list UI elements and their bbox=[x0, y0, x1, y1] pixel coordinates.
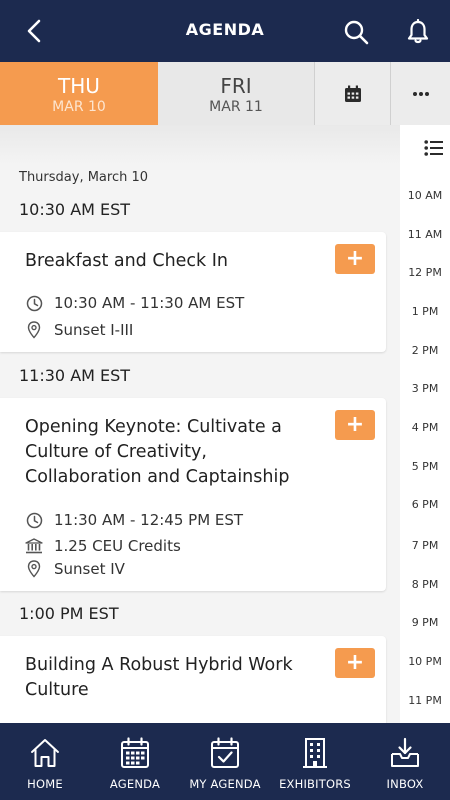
day-tab-dow: THU bbox=[58, 74, 100, 98]
time-group-header: 1:00 PM EST bbox=[19, 604, 119, 623]
list-icon bbox=[424, 140, 443, 156]
session-title: Building A Robust Hybrid Work Culture bbox=[25, 655, 293, 700]
nav-label: EXHIBITORS bbox=[279, 777, 351, 791]
session-location-text: Sunset IV bbox=[54, 560, 125, 578]
day-tab-thu[interactable]: THU MAR 10 bbox=[0, 62, 158, 125]
calendar-picker-button[interactable] bbox=[314, 62, 390, 125]
session-card[interactable]: Building A Robust Hybrid Work Culture + bbox=[0, 636, 386, 723]
day-heading: Thursday, March 10 bbox=[19, 170, 149, 185]
timeline-hour[interactable]: 11 AM bbox=[400, 228, 450, 241]
session-time: 10:30 AM - 11:30 AM EST bbox=[25, 294, 244, 312]
search-icon bbox=[344, 20, 369, 45]
calendar-icon bbox=[344, 85, 361, 102]
timeline-hour[interactable]: 2 PM bbox=[400, 344, 450, 357]
add-to-agenda-button[interactable]: + bbox=[335, 244, 375, 274]
day-tab-date: MAR 10 bbox=[52, 99, 106, 115]
building-icon bbox=[297, 735, 333, 771]
session-location: Sunset IV bbox=[25, 560, 125, 578]
session-title: Breakfast and Check In bbox=[25, 251, 229, 271]
day-tab-fri[interactable]: FRI MAR 11 bbox=[158, 62, 314, 125]
session-credits-text: 1.25 CEU Credits bbox=[54, 537, 181, 555]
agenda-list[interactable]: Thursday, March 10 10:30 AM EST Breakfas… bbox=[0, 125, 400, 723]
session-title: Opening Keynote: Cultivate a Culture of … bbox=[25, 417, 290, 487]
nav-exhibitors[interactable]: EXHIBITORS bbox=[270, 723, 360, 800]
hour-timeline[interactable]: 10 AM 11 AM 12 PM 1 PM 2 PM 3 PM 4 PM 5 … bbox=[400, 125, 450, 723]
nav-home[interactable]: HOME bbox=[0, 723, 90, 800]
timeline-hour[interactable]: 5 PM bbox=[400, 460, 450, 473]
nav-my-agenda[interactable]: MY AGENDA bbox=[180, 723, 270, 800]
timeline-hour[interactable]: 10 AM bbox=[400, 189, 450, 202]
nav-label: AGENDA bbox=[109, 777, 161, 791]
session-credits: 1.25 CEU Credits bbox=[25, 537, 181, 555]
timeline-hour[interactable]: 1 PM bbox=[400, 305, 450, 318]
bottom-navigation: HOME AGENDA MY AGENDA EXHIBITORS INBOX bbox=[0, 723, 450, 800]
timeline-hour[interactable]: 8 PM bbox=[400, 578, 450, 591]
top-app-bar: AGENDA bbox=[0, 0, 450, 62]
add-to-agenda-button[interactable]: + bbox=[335, 648, 375, 678]
map-pin-icon bbox=[25, 560, 43, 578]
timeline-hour[interactable]: 11 PM bbox=[400, 694, 450, 707]
institution-icon bbox=[25, 537, 43, 555]
nav-inbox[interactable]: INBOX bbox=[360, 723, 450, 800]
timeline-hour[interactable]: 6 PM bbox=[400, 498, 450, 511]
notifications-button[interactable] bbox=[402, 16, 434, 48]
timeline-hour[interactable]: 9 PM bbox=[400, 616, 450, 629]
home-icon bbox=[27, 735, 63, 771]
clock-icon bbox=[25, 294, 43, 312]
calendar-grid-icon bbox=[117, 735, 153, 771]
session-time-text: 11:30 AM - 12:45 PM EST bbox=[54, 511, 244, 529]
calendar-check-icon bbox=[207, 735, 243, 771]
nav-label: MY AGENDA bbox=[189, 777, 261, 791]
day-tab-date: MAR 11 bbox=[209, 99, 263, 115]
time-group-header: 10:30 AM EST bbox=[19, 200, 131, 219]
more-options-button[interactable] bbox=[390, 62, 450, 125]
session-card[interactable]: Opening Keynote: Cultivate a Culture of … bbox=[0, 398, 386, 591]
session-time-text: 10:30 AM - 11:30 AM EST bbox=[54, 294, 245, 312]
timeline-hour[interactable]: 12 PM bbox=[400, 266, 450, 279]
back-button[interactable] bbox=[20, 16, 48, 46]
time-group-header: 11:30 AM EST bbox=[19, 366, 131, 385]
page-title: AGENDA bbox=[185, 20, 265, 39]
chevron-left-icon bbox=[27, 19, 41, 43]
more-horizontal-icon bbox=[412, 91, 429, 96]
nav-label: HOME bbox=[27, 777, 63, 791]
session-location-text: Sunset I-III bbox=[54, 321, 134, 339]
nav-agenda[interactable]: AGENDA bbox=[90, 723, 180, 800]
day-tab-dow: FRI bbox=[220, 74, 252, 98]
session-location: Sunset I-III bbox=[25, 321, 133, 339]
session-time: 11:30 AM - 12:45 PM EST bbox=[25, 511, 243, 529]
add-to-agenda-button[interactable]: + bbox=[335, 410, 375, 440]
map-pin-icon bbox=[25, 321, 43, 339]
session-card[interactable]: Breakfast and Check In + 10:30 AM - 11:3… bbox=[0, 232, 386, 352]
clock-icon bbox=[25, 511, 43, 529]
nav-label: INBOX bbox=[386, 777, 424, 791]
search-button[interactable] bbox=[340, 16, 372, 48]
timeline-hour[interactable]: 4 PM bbox=[400, 421, 450, 434]
timeline-hour[interactable]: 7 PM bbox=[400, 539, 450, 552]
bell-icon bbox=[407, 19, 429, 44]
timeline-hour[interactable]: 10 PM bbox=[400, 655, 450, 668]
inbox-download-icon bbox=[387, 735, 423, 771]
timeline-hour[interactable]: 3 PM bbox=[400, 382, 450, 395]
day-tabs: THU MAR 10 FRI MAR 11 bbox=[0, 62, 450, 125]
